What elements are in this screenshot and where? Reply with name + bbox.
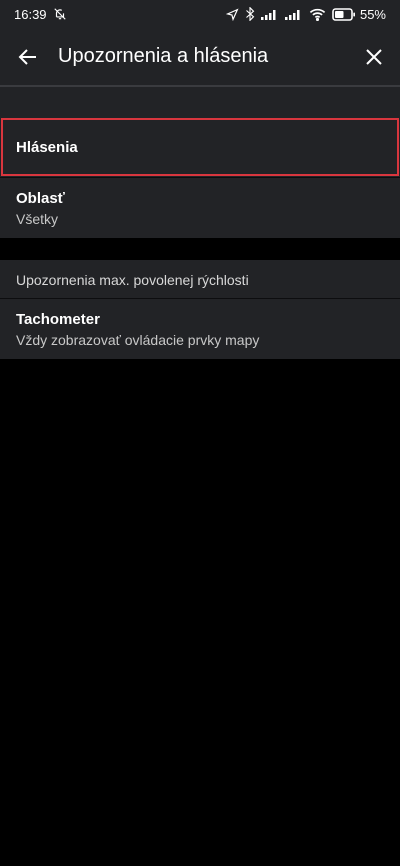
bluetooth-icon	[245, 7, 255, 21]
settings-item-area[interactable]: Oblasť Všetky	[0, 178, 400, 238]
battery-indicator: 55%	[332, 7, 386, 22]
section-gap	[0, 238, 400, 260]
app-bar: Upozornenia a hlásenia	[0, 28, 400, 85]
speedometer-value: Vždy zobrazovať ovládacie prvky mapy	[16, 332, 260, 348]
arrow-left-icon[interactable]	[16, 45, 40, 69]
settings-item-reports[interactable]: Hlásenia	[0, 117, 400, 177]
signal-icon	[260, 8, 279, 20]
wifi-icon	[309, 8, 326, 21]
speed-alerts-section-header: Upozornenia max. povolenej rýchlosti	[0, 260, 400, 298]
settings-item-speedometer[interactable]: Tachometer Vždy zobrazovať ovládacie prv…	[0, 299, 400, 359]
close-icon[interactable]	[364, 47, 384, 67]
area-label: Oblasť	[16, 190, 65, 207]
battery-percentage: 55%	[359, 6, 386, 22]
list-top-spacer	[0, 87, 400, 117]
page-title: Upozornenia a hlásenia	[58, 45, 269, 67]
bell-off-icon	[53, 7, 67, 21]
area-value: Všetky	[16, 211, 59, 227]
status-bar: 16:39 55%	[0, 0, 400, 28]
location-arrow-icon	[225, 7, 239, 21]
reports-label: Hlásenia	[16, 138, 78, 156]
signal-icon	[284, 8, 303, 20]
battery-icon	[332, 7, 356, 21]
status-time: 16:39	[14, 6, 47, 22]
speedometer-label: Tachometer	[16, 311, 100, 328]
